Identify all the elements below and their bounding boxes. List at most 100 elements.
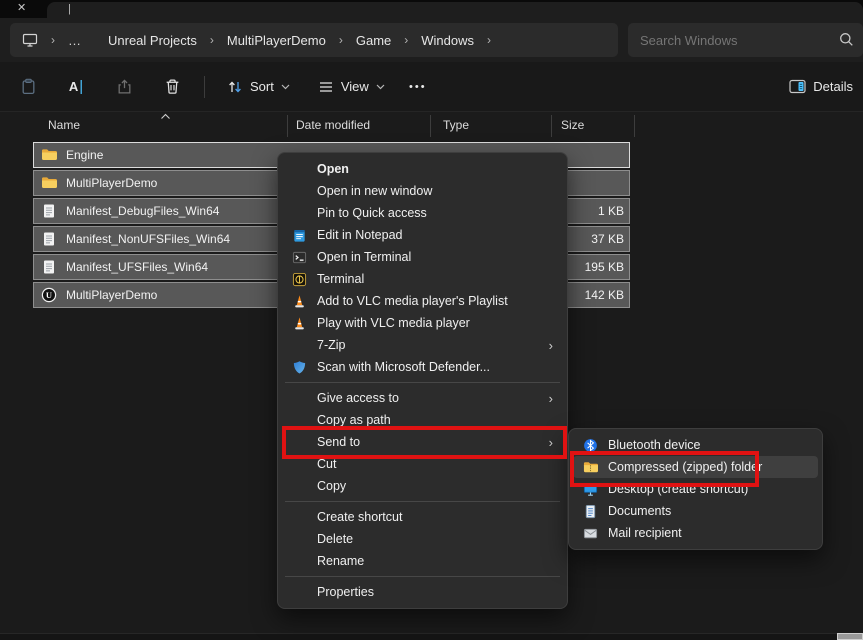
file-explorer-window: ✕ | › … Unreal Projects › MultiPlayerDem… <box>0 0 863 640</box>
submenu-item-mail-recipient[interactable]: Mail recipient <box>573 522 818 544</box>
toolbar: A| Sort View ••• Details <box>0 62 863 111</box>
menu-item-play-with-vlc[interactable]: Play with VLC media player <box>282 312 563 334</box>
chevron-right-icon: › <box>487 33 491 47</box>
highlight-box-compressed-zipped-folder <box>570 451 759 487</box>
menu-item-rename[interactable]: Rename <box>282 550 563 572</box>
defender-shield-icon <box>291 359 307 375</box>
column-divider[interactable] <box>551 115 552 137</box>
sort-icon <box>227 79 243 95</box>
view-button[interactable]: View <box>308 70 395 104</box>
menu-item-delete[interactable]: Delete <box>282 528 563 550</box>
address-bar-row: › … Unreal Projects › MultiPlayerDemo › … <box>0 18 863 62</box>
share-icon <box>116 78 133 95</box>
rename-icon: A| <box>69 78 83 95</box>
menu-item-open-in-new-window[interactable]: Open in new window <box>282 180 563 202</box>
chevron-down-icon <box>376 84 385 90</box>
column-divider[interactable] <box>430 115 431 137</box>
menu-item-open[interactable]: Open <box>282 158 563 180</box>
menu-item-7zip[interactable]: 7-Zip› <box>282 334 563 356</box>
column-divider[interactable] <box>287 115 288 137</box>
breadcrumb-item-game[interactable]: Game <box>356 33 391 48</box>
sort-label: Sort <box>250 79 274 94</box>
file-size: 142 KB <box>585 288 624 302</box>
chevron-right-icon: › <box>339 33 343 47</box>
menu-separator <box>285 501 560 502</box>
more-icon: ••• <box>409 81 427 93</box>
more-options-button[interactable]: ••• <box>403 70 433 104</box>
menu-item-open-in-terminal[interactable]: Open in Terminal <box>282 246 563 268</box>
menu-separator <box>285 576 560 577</box>
menu-item-scan-with-defender[interactable]: Scan with Microsoft Defender... <box>282 356 563 378</box>
menu-item-edit-in-notepad[interactable]: Edit in Notepad <box>282 224 563 246</box>
view-icon <box>318 79 334 95</box>
details-label: Details <box>813 79 853 94</box>
scrollbar-corner[interactable] <box>837 633 863 640</box>
rename-button[interactable]: A| <box>56 70 96 104</box>
column-divider[interactable] <box>634 115 635 137</box>
close-icon[interactable]: ✕ <box>17 1 26 14</box>
tab-cursor: | <box>68 3 71 15</box>
column-header-date-modified[interactable]: Date modified <box>296 118 370 132</box>
breadcrumb[interactable]: › … Unreal Projects › MultiPlayerDemo › … <box>10 23 618 57</box>
text-file-icon <box>41 259 57 275</box>
documents-icon <box>582 503 598 519</box>
view-label: View <box>341 79 369 94</box>
highlight-box-send-to <box>282 426 567 459</box>
breadcrumb-item-unreal-projects[interactable]: Unreal Projects <box>108 33 197 48</box>
text-file-icon <box>41 231 57 247</box>
explorer-tab[interactable]: | <box>47 2 863 18</box>
unreal-engine-icon: U <box>41 287 57 303</box>
file-size: 1 KB <box>598 204 624 218</box>
toolbar-divider <box>204 76 205 98</box>
details-button[interactable]: Details <box>785 70 857 104</box>
terminal-icon <box>291 249 307 265</box>
submenu-item-documents[interactable]: Documents <box>573 500 818 522</box>
paste-icon <box>20 78 37 95</box>
menu-item-pin-to-quick-access[interactable]: Pin to Quick access <box>282 202 563 224</box>
vlc-icon <box>291 315 307 331</box>
menu-item-properties[interactable]: Properties <box>282 581 563 603</box>
sort-ascending-caret-icon <box>160 113 171 120</box>
file-size: 195 KB <box>585 260 624 274</box>
context-menu: Open Open in new window Pin to Quick acc… <box>277 152 568 609</box>
chevron-right-icon: › <box>210 33 214 47</box>
menu-separator <box>285 382 560 383</box>
sort-button[interactable]: Sort <box>217 70 300 104</box>
send-to-submenu: Bluetooth device Compressed (zipped) fol… <box>568 428 823 550</box>
paste-button[interactable] <box>8 70 48 104</box>
vlc-icon <box>291 293 307 309</box>
mail-envelope-icon <box>582 525 598 541</box>
search-box[interactable] <box>628 23 863 57</box>
submenu-arrow-icon: › <box>549 338 553 353</box>
search-icon <box>839 32 854 47</box>
folder-icon <box>41 175 57 191</box>
menu-item-add-to-vlc-playlist[interactable]: Add to VLC media player's Playlist <box>282 290 563 312</box>
folder-icon <box>41 147 57 163</box>
details-pane-icon <box>789 79 806 94</box>
menu-item-give-access-to[interactable]: Give access to› <box>282 387 563 409</box>
menu-item-terminal[interactable]: Terminal <box>282 268 563 290</box>
share-button[interactable] <box>104 70 144 104</box>
text-file-icon <box>41 203 57 219</box>
search-input[interactable] <box>628 33 823 48</box>
breadcrumb-item-multiplayerdemo[interactable]: MultiPlayerDemo <box>227 33 326 48</box>
column-header-size[interactable]: Size <box>561 118 584 132</box>
chevron-down-icon <box>281 84 290 90</box>
svg-text:U: U <box>46 290 52 300</box>
this-pc-monitor-icon <box>22 32 38 48</box>
column-header-name[interactable]: Name <box>48 118 80 132</box>
notepad-icon <box>291 227 307 243</box>
terminal-app-icon <box>291 271 307 287</box>
chevron-right-icon: › <box>51 33 55 47</box>
menu-item-create-shortcut[interactable]: Create shortcut <box>282 506 563 528</box>
chevron-right-icon: › <box>404 33 408 47</box>
breadcrumb-item-windows[interactable]: Windows <box>421 33 474 48</box>
column-header-type[interactable]: Type <box>443 118 469 132</box>
delete-button[interactable] <box>152 70 192 104</box>
status-strip <box>0 633 863 640</box>
breadcrumb-overflow[interactable]: … <box>68 33 82 48</box>
menu-item-copy[interactable]: Copy <box>282 475 563 497</box>
trash-icon <box>164 78 181 95</box>
tab-strip: ✕ | <box>0 0 863 18</box>
submenu-arrow-icon: › <box>549 391 553 406</box>
